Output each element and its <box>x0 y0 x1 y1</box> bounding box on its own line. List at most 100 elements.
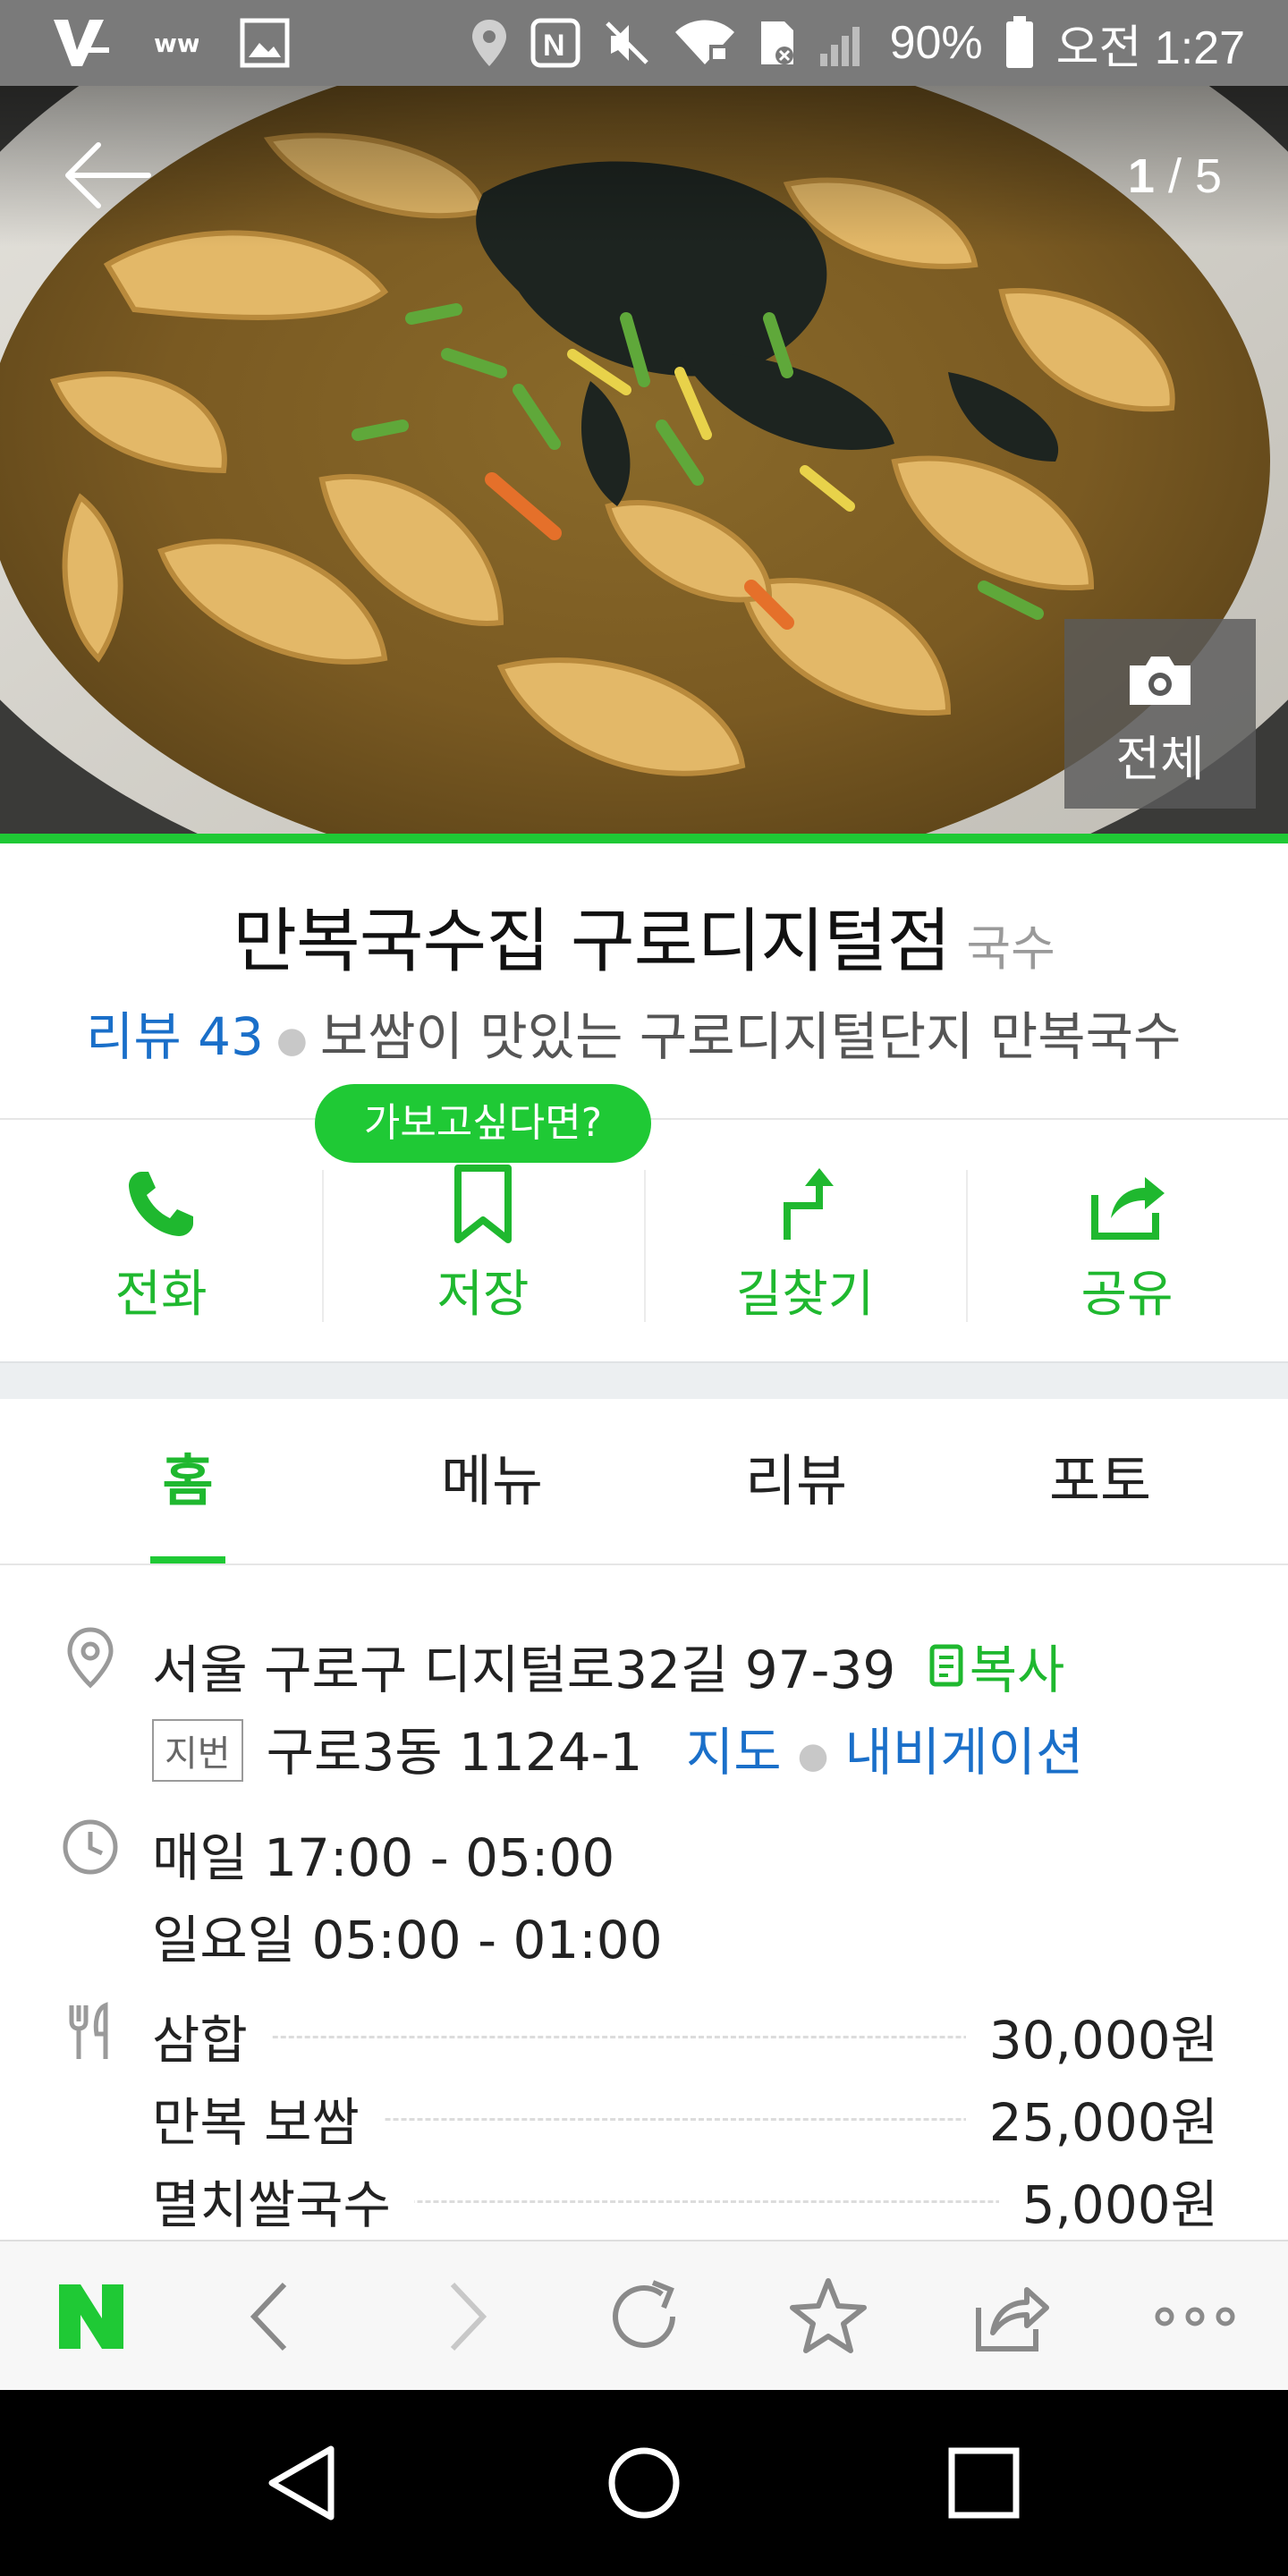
menu-item-price: 30,000원 <box>965 1998 1218 2073</box>
separator-dot: ● <box>797 1734 829 1776</box>
mute-icon <box>605 21 648 64</box>
fork-knife-icon <box>69 2002 108 2059</box>
browser-back-button[interactable] <box>229 2272 318 2361</box>
menu-item-name: 만복 보쌈 <box>152 2080 383 2156</box>
triangle-back-icon <box>268 2445 335 2521</box>
battery-percent: 90% <box>889 17 983 69</box>
place-name: 만복국수집 구로디지털점 <box>233 902 951 982</box>
wifi-icon <box>674 20 734 64</box>
browser-forward-button[interactable] <box>419 2272 508 2361</box>
call-label: 전화 <box>114 1266 208 1324</box>
naver-logo-icon <box>59 2284 123 2349</box>
menu-item[interactable]: 삼합 30,000원 <box>152 1998 1218 2073</box>
separator-dot: ● <box>275 1019 308 1061</box>
review-summary: 리뷰 43 ● 보쌈이 맛있는 구로디지털단지 만복국수 <box>86 995 1249 1070</box>
nfc-icon: N <box>530 18 580 68</box>
bookmark-icon <box>454 1165 512 1243</box>
map-link[interactable]: 지도 <box>686 1722 782 1783</box>
system-home-button[interactable] <box>599 2438 689 2528</box>
copy-icon <box>929 1644 963 1687</box>
hours-line-daily: 매일 17:00 - 05:00 <box>152 1827 615 1888</box>
clock: 오전 1:27 <box>1055 21 1245 74</box>
naver-home-button[interactable] <box>47 2272 136 2361</box>
bookmark-star-button[interactable] <box>784 2272 873 2361</box>
hours-line-sunday: 일요일 05:00 - 01:00 <box>152 1910 663 1970</box>
tab-photos[interactable]: 포토 <box>948 1399 1252 1563</box>
jibun-address: 구로3동 1124-1 <box>266 1722 643 1783</box>
tab-bar: 홈 메뉴 리뷰 포토 <box>0 1399 1288 1565</box>
review-count-link[interactable]: 리뷰 43 <box>86 1006 264 1067</box>
v-app-icon <box>54 20 109 66</box>
status-bar: ww N 90% 오전 1:27 <box>0 0 1288 86</box>
clock-icon <box>63 1819 118 1875</box>
hero-divider <box>0 834 1288 843</box>
share-icon <box>1091 1177 1165 1240</box>
menu-item[interactable]: 만복 보쌈 25,000원 <box>152 2080 1218 2156</box>
refresh-button[interactable] <box>599 2272 689 2361</box>
circle-home-icon <box>608 2447 680 2519</box>
refresh-icon <box>613 2280 675 2348</box>
system-recents-button[interactable] <box>939 2438 1029 2528</box>
copy-address-button[interactable]: 복사 <box>928 1640 1065 1700</box>
location-icon <box>471 20 506 66</box>
browser-share-button[interactable] <box>966 2272 1055 2361</box>
more-dots-icon <box>1155 2307 1235 2326</box>
menu-item[interactable]: 멸치쌀국수 5,000원 <box>152 2163 1218 2238</box>
directions-label: 길찾기 <box>735 1266 875 1324</box>
share-label: 공유 <box>1080 1266 1174 1324</box>
call-button[interactable]: 전화 <box>0 1120 322 1361</box>
back-button[interactable] <box>63 140 152 211</box>
svg-text:N: N <box>543 29 565 63</box>
chevron-left-icon <box>250 2282 287 2351</box>
back-arrow-icon <box>65 142 151 208</box>
tab-home[interactable]: 홈 <box>36 1399 340 1563</box>
browser-toolbar <box>0 2240 1288 2392</box>
address-line: 서울 구로구 디지털로32길 97-39 복사 <box>152 1628 1064 1703</box>
star-icon <box>790 2278 867 2353</box>
sim-icon <box>760 21 793 64</box>
action-bar: 전화 저장 길찾기 공유 <box>0 1120 1288 1361</box>
section-gap <box>0 1361 1288 1399</box>
menu-item-price: 25,000원 <box>965 2080 1218 2156</box>
directions-icon <box>784 1168 834 1240</box>
navigation-link[interactable]: 내비게이션 <box>845 1722 1084 1783</box>
menu-item-name: 삼합 <box>152 1998 271 2073</box>
battery-icon <box>1005 16 1033 68</box>
w-app-icon: ww <box>154 29 199 58</box>
share-icon <box>976 2287 1049 2351</box>
camera-icon <box>1130 657 1191 705</box>
directions-button[interactable]: 길찾기 <box>644 1120 966 1361</box>
share-button[interactable]: 공유 <box>966 1120 1288 1361</box>
signal-icon <box>819 27 860 66</box>
system-navigation-bar <box>0 2390 1288 2576</box>
jibun-badge: 지번 <box>152 1718 243 1782</box>
system-back-button[interactable] <box>259 2438 349 2528</box>
place-photo[interactable]: 1 / 5 전체 <box>0 86 1288 834</box>
menu-item-price: 5,000원 <box>998 2163 1218 2238</box>
copy-label: 복사 <box>969 1640 1065 1700</box>
tab-menu[interactable]: 메뉴 <box>340 1399 644 1563</box>
more-options-button[interactable] <box>1150 2272 1240 2361</box>
tab-reviews[interactable]: 리뷰 <box>644 1399 948 1563</box>
svg-text:ww: ww <box>154 29 199 58</box>
road-address: 서울 구로구 디지털로32길 97-39 <box>152 1640 896 1700</box>
image-icon <box>240 18 290 68</box>
menu-item-name: 멸치쌀국수 <box>152 2163 414 2238</box>
all-photos-button[interactable]: 전체 <box>1064 619 1256 809</box>
jibun-line: 지번 구로3동 1124-1 지도 ● 내비게이션 <box>152 1710 1083 1787</box>
wishlist-tooltip[interactable]: 가보고싶다면? <box>315 1084 651 1163</box>
all-photos-label: 전체 <box>1115 731 1205 787</box>
save-label: 저장 <box>436 1266 530 1324</box>
review-snippet[interactable]: 보쌈이 맛있는 구로디지털단지 만복국수 <box>320 1006 1181 1067</box>
photo-counter-total: 5 <box>1194 149 1222 203</box>
phone-icon <box>129 1172 193 1236</box>
square-recents-icon <box>948 2447 1020 2519</box>
photo-counter-separator: / <box>1154 149 1195 203</box>
place-title-row: 만복국수집 구로디지털점 국수 <box>0 886 1288 986</box>
place-category: 국수 <box>966 920 1055 977</box>
location-pin-icon <box>67 1627 114 1689</box>
chevron-right-icon <box>450 2282 487 2351</box>
active-tab-indicator <box>150 1556 225 1563</box>
photo-counter-current: 1 <box>1127 149 1155 203</box>
photo-counter: 1 / 5 <box>1128 148 1222 204</box>
